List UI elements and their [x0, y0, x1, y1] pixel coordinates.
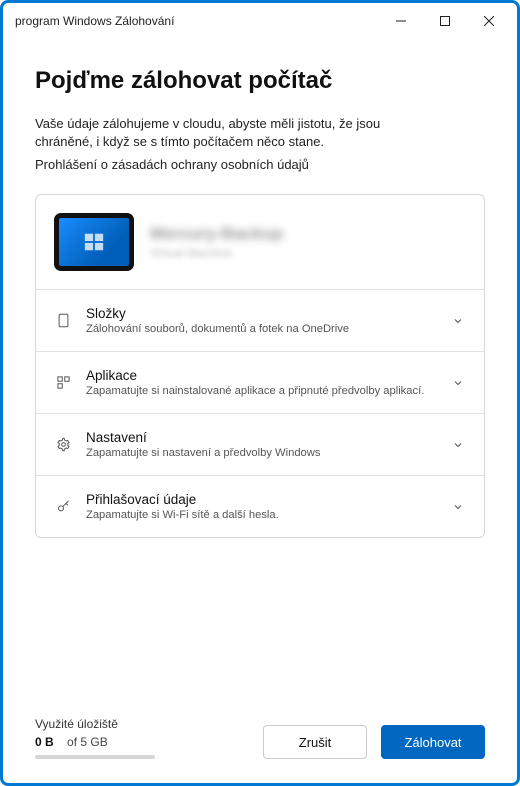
minimize-button[interactable]: [379, 6, 423, 36]
storage-label: Využité úložiště: [35, 717, 249, 731]
close-button[interactable]: [467, 6, 511, 36]
device-sub: Virtual Machine: [150, 246, 466, 260]
section-apps[interactable]: Aplikace Zapamatujte si nainstalované ap…: [36, 351, 484, 413]
section-title: Přihlašovací údaje: [86, 492, 436, 507]
windows-logo-icon: [83, 231, 105, 253]
intro-text: Vaše údaje zálohujeme v cloudu, abyste m…: [35, 115, 435, 151]
chevron-down-icon: [450, 375, 466, 391]
section-credentials[interactable]: Přihlašovací údaje Zapamatujte si Wi-Fi …: [36, 475, 484, 537]
maximize-button[interactable]: [423, 6, 467, 36]
device-name: Mercury-Backup: [150, 224, 466, 244]
storage-of: of: [67, 735, 77, 749]
section-title: Aplikace: [86, 368, 436, 383]
section-sub: Zapamatujte si nainstalované aplikace a …: [86, 385, 436, 397]
main-content: Pojďme zálohovat počítač Vaše údaje zálo…: [3, 39, 517, 701]
device-row: Mercury-Backup Virtual Machine: [36, 195, 484, 289]
backup-button[interactable]: Zálohovat: [381, 725, 485, 759]
section-sub: Zálohování souborů, dokumentů a fotek na…: [86, 323, 436, 335]
key-icon: [54, 498, 72, 516]
storage-progress: [35, 755, 155, 759]
chevron-down-icon: [450, 437, 466, 453]
section-sub: Zapamatujte si Wi-Fi sítě a další hesla.: [86, 509, 436, 521]
storage-info: Využité úložiště 0 B of 5 GB: [35, 717, 249, 759]
cancel-button[interactable]: Zrušit: [263, 725, 367, 759]
chevron-down-icon: [450, 499, 466, 515]
section-folders[interactable]: Složky Zálohování souborů, dokumentů a f…: [36, 289, 484, 351]
page-title: Pojďme zálohovat počítač: [35, 67, 485, 95]
storage-used: 0 B: [35, 735, 54, 749]
section-settings[interactable]: Nastavení Zapamatujte si nastavení a pře…: [36, 413, 484, 475]
apps-icon: [54, 374, 72, 392]
device-thumbnail: [54, 213, 134, 271]
backup-panel: Mercury-Backup Virtual Machine Složky Zá…: [35, 194, 485, 538]
gear-icon: [54, 436, 72, 454]
section-title: Složky: [86, 306, 436, 321]
footer: Využité úložiště 0 B of 5 GB Zrušit Zálo…: [3, 701, 517, 783]
titlebar: program Windows Zálohování: [3, 3, 517, 39]
section-title: Nastavení: [86, 430, 436, 445]
privacy-link[interactable]: Prohlášení o zásadách ochrany osobních ú…: [35, 157, 485, 172]
window-title: program Windows Zálohování: [15, 14, 379, 28]
storage-amount: 0 B of 5 GB: [35, 735, 249, 749]
section-sub: Zapamatujte si nastavení a předvolby Win…: [86, 447, 436, 459]
storage-total: 5 GB: [80, 735, 107, 749]
chevron-down-icon: [450, 313, 466, 329]
folder-icon: [54, 312, 72, 330]
